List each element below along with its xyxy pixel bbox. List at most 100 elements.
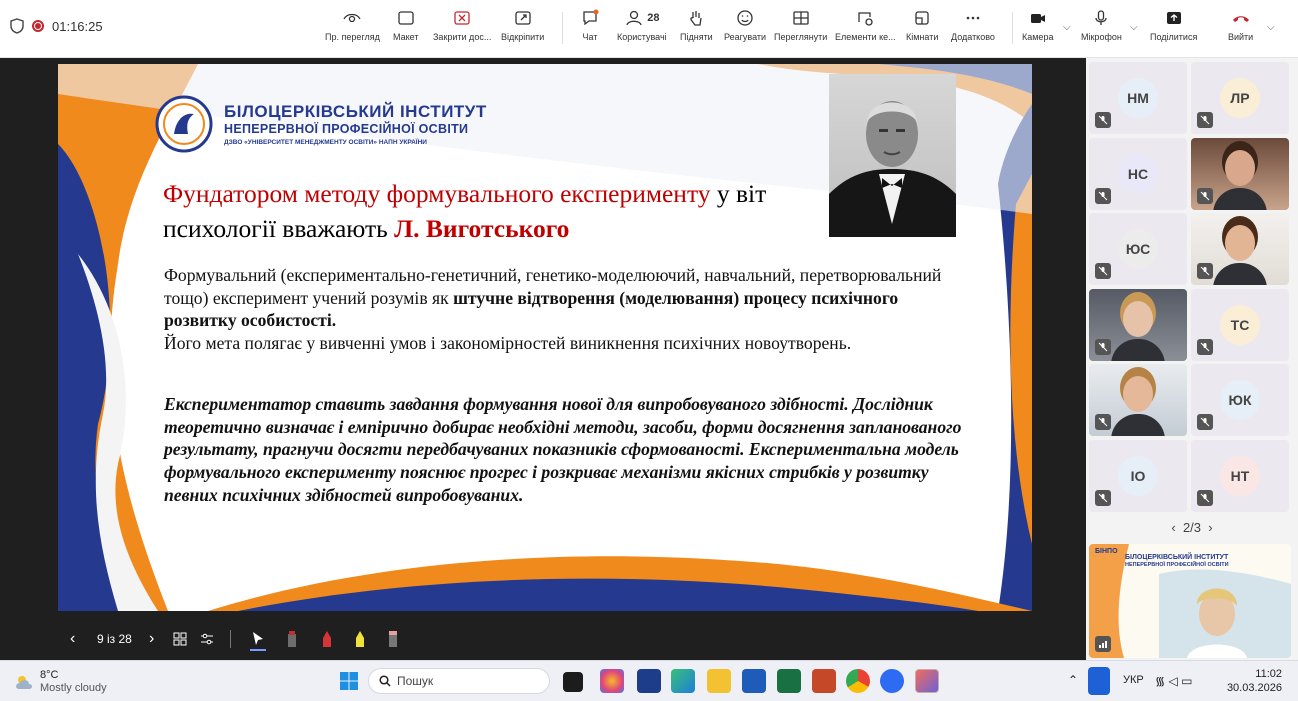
network-volume-battery-icon[interactable]: ᯾ ◁ ▭ — [1155, 672, 1192, 689]
taskbar-search-box[interactable]: Пошук — [368, 668, 550, 694]
presentation-controls: ‹ 9 із 28 › — [0, 621, 1086, 657]
popout-icon — [514, 11, 531, 25]
mic-muted-icon — [1197, 414, 1213, 430]
shield-icon — [10, 18, 24, 34]
tray-chevron-up-icon[interactable]: ⌃ — [1068, 673, 1078, 687]
edge-icon[interactable] — [671, 669, 695, 693]
participant-tile[interactable] — [1089, 288, 1187, 361]
content-stage: БІЛОЦЕРКІВСЬКИЙ ІНСТИТУТ НЕПЕРЕРВНОЇ ПРО… — [0, 58, 1086, 660]
participant-tile[interactable]: НС — [1089, 137, 1187, 210]
copilot-icon[interactable] — [600, 669, 624, 693]
participant-tile[interactable]: ЮС — [1089, 213, 1187, 285]
more-icon — [966, 16, 980, 20]
leave-button[interactable]: Вийти — [1228, 8, 1253, 50]
grid-icon[interactable] — [173, 632, 187, 646]
participant-tile[interactable]: ТС — [1191, 288, 1289, 361]
layout-button[interactable]: Макет — [393, 8, 418, 50]
mic-in-use-icon[interactable] — [1088, 667, 1110, 695]
participant-body — [1213, 187, 1267, 210]
undock-button[interactable]: Відкріпити — [501, 8, 544, 50]
powerpoint-icon[interactable] — [812, 669, 836, 693]
chat-icon — [583, 9, 599, 26]
red-pen-icon[interactable] — [320, 630, 334, 648]
view-mode-button[interactable]: Пр. перегляд — [325, 8, 380, 50]
windows-start-icon[interactable] — [339, 671, 359, 691]
slide-paragraph-1: Формувальний (експериментально-генетични… — [164, 265, 942, 354]
camera-icon — [1030, 14, 1045, 23]
chat-button[interactable]: Чат — [580, 8, 600, 50]
highlighter-icon[interactable] — [353, 630, 367, 648]
gallery-prev-chevron-icon[interactable]: ‹ — [1171, 520, 1175, 535]
participant-body — [1111, 338, 1165, 361]
share-button[interactable]: Поділитися — [1150, 8, 1197, 50]
presenter-video-tile[interactable]: БІНПО БІЛОЦЕРКІВСЬКИЙ ІНСТИТУТ НЕПЕРЕРВН… — [1089, 544, 1291, 658]
gallery-next-chevron-icon[interactable]: › — [1208, 520, 1212, 535]
camera-options-chevron-icon[interactable]: ⌵ — [1063, 22, 1071, 33]
smiley-icon — [737, 10, 753, 26]
grid-view-icon — [793, 11, 809, 25]
apps-button[interactable]: Елементи ке... — [835, 8, 896, 50]
slide-counter: 9 із 28 — [97, 632, 132, 646]
raise-hand-button[interactable]: Підняти — [680, 8, 713, 50]
participant-avatar: ЛР — [1220, 78, 1260, 118]
close-content-button[interactable]: Закрити дос... — [433, 8, 491, 50]
eye-icon — [343, 13, 361, 23]
participant-tile[interactable] — [1089, 364, 1187, 436]
participant-gallery: НМ ЛР НС ЮС ТС ЮК ІО НТ ‹ 2/3 › БІНПО БІЛОЦЕРКІ… — [1086, 58, 1298, 660]
camera-button[interactable]: Камера — [1022, 8, 1053, 50]
clock[interactable]: 11:02 30.03.2026 — [1226, 668, 1282, 696]
people-icon — [626, 10, 642, 26]
leave-options-chevron-icon[interactable]: ⌵ — [1267, 22, 1275, 33]
chrome-icon[interactable] — [846, 669, 870, 693]
participant-tile[interactable]: НТ — [1191, 439, 1289, 512]
excel-icon[interactable] — [777, 669, 801, 693]
participant-tile[interactable]: ЮК — [1191, 364, 1289, 436]
mic-options-chevron-icon[interactable]: ⌵ — [1130, 22, 1138, 33]
participant-tile[interactable] — [1191, 213, 1289, 285]
mic-button[interactable]: Мікрофон — [1081, 8, 1122, 50]
weather-widget[interactable]: 8°C Mostly cloudy — [40, 669, 107, 695]
participant-tile[interactable]: ЛР — [1191, 62, 1289, 134]
people-button[interactable]: 28 Користувачі — [617, 8, 667, 50]
participant-body — [1213, 263, 1267, 285]
hand-icon — [690, 11, 703, 26]
mic-muted-icon — [1095, 187, 1111, 204]
weather-cloud-icon — [16, 676, 32, 689]
mic-muted-icon — [1197, 112, 1213, 128]
pencil-icon[interactable] — [386, 630, 400, 648]
language-indicator[interactable]: УКР — [1123, 674, 1144, 686]
file-explorer-icon[interactable] — [707, 669, 731, 693]
mic-muted-icon — [1197, 338, 1213, 355]
institute-name: БІЛОЦЕРКІВСЬКИЙ ІНСТИТУТ НЕПЕРЕРВНОЇ ПРО… — [224, 102, 487, 146]
participant-avatar: ЮС — [1118, 229, 1158, 269]
mic-muted-icon — [1197, 187, 1213, 204]
participant-tile[interactable]: ІО — [1089, 439, 1187, 512]
store-icon[interactable] — [637, 669, 661, 693]
view-button[interactable]: Переглянути — [774, 8, 827, 50]
divider — [1012, 12, 1013, 44]
mic-muted-icon — [1095, 263, 1111, 279]
layout-icon — [398, 11, 414, 25]
word-icon[interactable] — [742, 669, 766, 693]
react-button[interactable]: Реагувати — [724, 8, 766, 50]
hang-up-icon — [1232, 16, 1249, 22]
participant-tile[interactable]: НМ — [1089, 62, 1187, 134]
rooms-button[interactable]: Кімнати — [906, 8, 938, 50]
participant-video — [1123, 376, 1153, 412]
next-slide-chevron-icon[interactable]: › — [149, 630, 154, 648]
more-button[interactable]: Додатково — [951, 8, 995, 50]
rooms-icon — [915, 11, 929, 25]
zoom-icon[interactable] — [880, 669, 904, 693]
divider — [562, 12, 563, 44]
mic-muted-icon — [1197, 489, 1213, 506]
slide-paragraph-2: Експериментатор ставить завдання формува… — [164, 394, 962, 505]
task-view-icon[interactable] — [563, 672, 583, 692]
search-icon — [379, 675, 391, 687]
prev-slide-chevron-icon[interactable]: ‹ — [70, 630, 75, 648]
participant-avatar: ІО — [1118, 455, 1158, 496]
settings-sliders-icon[interactable] — [200, 632, 214, 646]
teams-icon[interactable] — [915, 669, 939, 693]
pointer-icon[interactable] — [251, 631, 265, 647]
eraser-icon[interactable] — [285, 630, 299, 648]
participant-tile[interactable] — [1191, 137, 1289, 210]
